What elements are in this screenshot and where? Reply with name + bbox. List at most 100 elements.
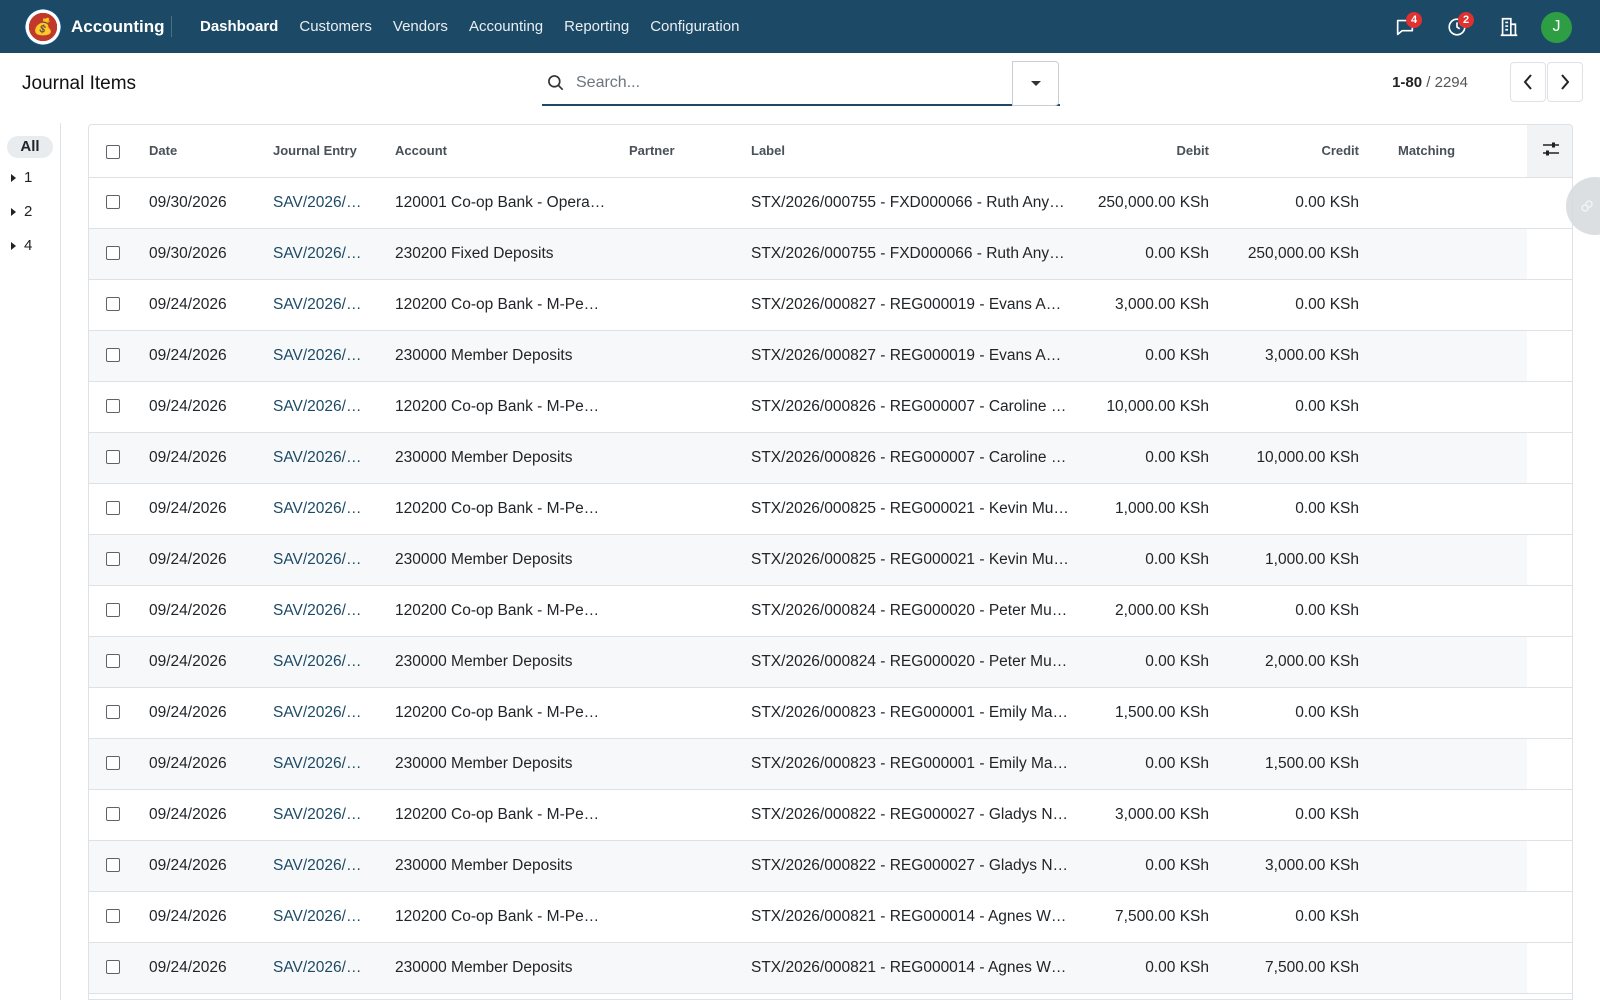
cell-debit[interactable]: 2,000.00 KSh (1074, 585, 1215, 637)
cell-journal-entry[interactable]: SAV/2026/… (260, 789, 382, 841)
table-row[interactable]: 09/24/2026 SAV/2026/… 120200 Co-op Bank - … (89, 483, 1572, 535)
cell-credit[interactable]: 0.00 KSh (1215, 381, 1365, 433)
cell-account[interactable]: 230000 Member Deposits (382, 942, 616, 994)
cell-partner[interactable] (616, 483, 738, 535)
cell-credit[interactable]: 1,500.00 KSh (1215, 738, 1365, 790)
table-row[interactable]: 09/24/2026 SAV/2026/… 120200 Co-op Bank - … (89, 789, 1572, 841)
cell-matching[interactable] (1365, 789, 1527, 841)
side-filter-all[interactable]: All (7, 136, 53, 158)
table-row[interactable]: 09/30/2026 SAV/2026/… 230200 Fixed Deposit… (89, 228, 1572, 280)
menu-item-customers[interactable]: Customers (299, 18, 372, 35)
cell-debit[interactable]: 3,000.00 KSh (1074, 789, 1215, 841)
search-options-toggle[interactable] (1012, 61, 1059, 106)
column-header-account[interactable]: Account (382, 125, 616, 178)
row-checkbox[interactable] (105, 297, 120, 312)
app-name[interactable]: Accounting (71, 17, 165, 37)
cell-debit[interactable]: 1,500.00 KSh (1074, 687, 1215, 739)
cell-date[interactable]: 09/24/2026 (136, 738, 260, 790)
row-checkbox[interactable] (105, 960, 120, 975)
cell-credit[interactable]: 10,000.00 KSh (1215, 432, 1365, 484)
cell-label[interactable]: STX/2026/000827 - REG000019 - Evans A… (738, 330, 1074, 382)
cell-partner[interactable] (616, 687, 738, 739)
cell-debit[interactable]: 250,000.00 KSh (1074, 177, 1215, 229)
cell-journal-entry[interactable]: SAV/2026/… (260, 177, 382, 229)
money-bag-icon[interactable]: 💰 (25, 9, 61, 45)
cell-label[interactable]: STX/2026/000755 - FXD000066 - Ruth Any… (738, 228, 1074, 280)
select-all-checkbox[interactable] (105, 144, 120, 159)
cell-matching[interactable] (1365, 840, 1527, 892)
cell-partner[interactable] (616, 789, 738, 841)
cell-credit[interactable]: 0.00 KSh (1215, 279, 1365, 331)
cell-journal-entry[interactable]: SAV/2026/… (260, 432, 382, 484)
cell-matching[interactable] (1365, 228, 1527, 280)
table-row[interactable]: 09/24/2026 SAV/2026/… 120200 Co-op Bank - … (89, 891, 1572, 943)
activities-button[interactable]: 2 (1439, 10, 1475, 44)
side-group-2[interactable]: 2 (11, 203, 32, 220)
table-row[interactable]: 09/24/2026 SAV/2026/… 120200 Co-op Bank - … (89, 585, 1572, 637)
cell-matching[interactable] (1365, 177, 1527, 229)
cell-journal-entry[interactable]: SAV/2026/… (260, 840, 382, 892)
cell-credit[interactable]: 0.00 KSh (1215, 177, 1365, 229)
cell-matching[interactable] (1365, 330, 1527, 382)
cell-matching[interactable] (1365, 483, 1527, 535)
cell-label[interactable]: STX/2026/000822 - REG000027 - Gladys N… (738, 840, 1074, 892)
row-checkbox[interactable] (105, 603, 120, 618)
table-row[interactable]: 09/24/2026 SAV/2026/… 120200 Co-op Bank - … (89, 381, 1572, 433)
cell-account[interactable]: 120200 Co-op Bank - M-Pe… (382, 687, 616, 739)
cell-matching[interactable] (1365, 942, 1527, 994)
cell-credit[interactable]: 0.00 KSh (1215, 891, 1365, 943)
cell-matching[interactable] (1365, 432, 1527, 484)
cell-debit[interactable]: 0.00 KSh (1074, 840, 1215, 892)
table-row[interactable]: 09/24/2026 SAV/2026/… 120200 Co-op Bank - … (89, 687, 1572, 739)
cell-date[interactable]: 09/24/2026 (136, 330, 260, 382)
row-checkbox[interactable] (105, 399, 120, 414)
cell-label[interactable]: STX/2026/000826 - REG000007 - Caroline … (738, 432, 1074, 484)
cell-date[interactable]: 09/24/2026 (136, 432, 260, 484)
cell-account[interactable]: 230200 Fixed Deposits (382, 228, 616, 280)
cell-matching[interactable] (1365, 636, 1527, 688)
cell-date[interactable]: 09/24/2026 (136, 942, 260, 994)
cell-label[interactable]: STX/2026/000823 - REG000001 - Emily Ma… (738, 687, 1074, 739)
row-checkbox[interactable] (105, 348, 120, 363)
cell-partner[interactable] (616, 330, 738, 382)
cell-debit[interactable]: 10,000.00 KSh (1074, 381, 1215, 433)
cell-date[interactable]: 09/24/2026 (136, 789, 260, 841)
cell-partner[interactable] (616, 279, 738, 331)
row-checkbox[interactable] (105, 654, 120, 669)
cell-date[interactable]: 09/30/2026 (136, 177, 260, 229)
cell-account[interactable]: 230000 Member Deposits (382, 636, 616, 688)
row-checkbox[interactable] (105, 552, 120, 567)
cell-date[interactable]: 09/24/2026 (136, 636, 260, 688)
menu-item-vendors[interactable]: Vendors (393, 18, 448, 35)
cell-date[interactable]: 09/24/2026 (136, 891, 260, 943)
cell-matching[interactable] (1365, 279, 1527, 331)
cell-partner[interactable] (616, 738, 738, 790)
cell-account[interactable]: 120200 Co-op Bank - M-Pe… (382, 891, 616, 943)
table-row[interactable]: 09/24/2026 SAV/2026/… 120200 Co-op Bank - … (89, 279, 1572, 331)
cell-debit[interactable]: 0.00 KSh (1074, 432, 1215, 484)
messages-button[interactable]: 4 (1387, 10, 1423, 44)
cell-partner[interactable] (616, 534, 738, 586)
row-checkbox[interactable] (105, 246, 120, 261)
cell-credit[interactable]: 3,000.00 KSh (1215, 840, 1365, 892)
cell-partner[interactable] (616, 840, 738, 892)
pager[interactable]: 1-80 / 2294 (1392, 74, 1468, 91)
company-switcher[interactable] (1491, 10, 1527, 44)
menu-item-configuration[interactable]: Configuration (650, 18, 739, 35)
cell-account[interactable]: 120200 Co-op Bank - M-Pe… (382, 483, 616, 535)
pager-previous-button[interactable] (1510, 62, 1546, 102)
cell-journal-entry[interactable]: SAV/2026/… (260, 942, 382, 994)
cell-matching[interactable] (1365, 534, 1527, 586)
cell-label[interactable]: STX/2026/000821 - REG000014 - Agnes W… (738, 942, 1074, 994)
cell-date[interactable]: 09/24/2026 (136, 840, 260, 892)
side-group-1[interactable]: 1 (11, 169, 32, 186)
column-header-debit[interactable]: Debit (1074, 125, 1215, 178)
cell-partner[interactable] (616, 636, 738, 688)
cell-credit[interactable]: 250,000.00 KSh (1215, 228, 1365, 280)
cell-partner[interactable] (616, 381, 738, 433)
menu-item-dashboard[interactable]: Dashboard (200, 18, 278, 35)
row-checkbox[interactable] (105, 501, 120, 516)
menu-item-reporting[interactable]: Reporting (564, 18, 629, 35)
cell-account[interactable]: 120001 Co-op Bank - Opera… (382, 177, 616, 229)
row-checkbox[interactable] (105, 756, 120, 771)
